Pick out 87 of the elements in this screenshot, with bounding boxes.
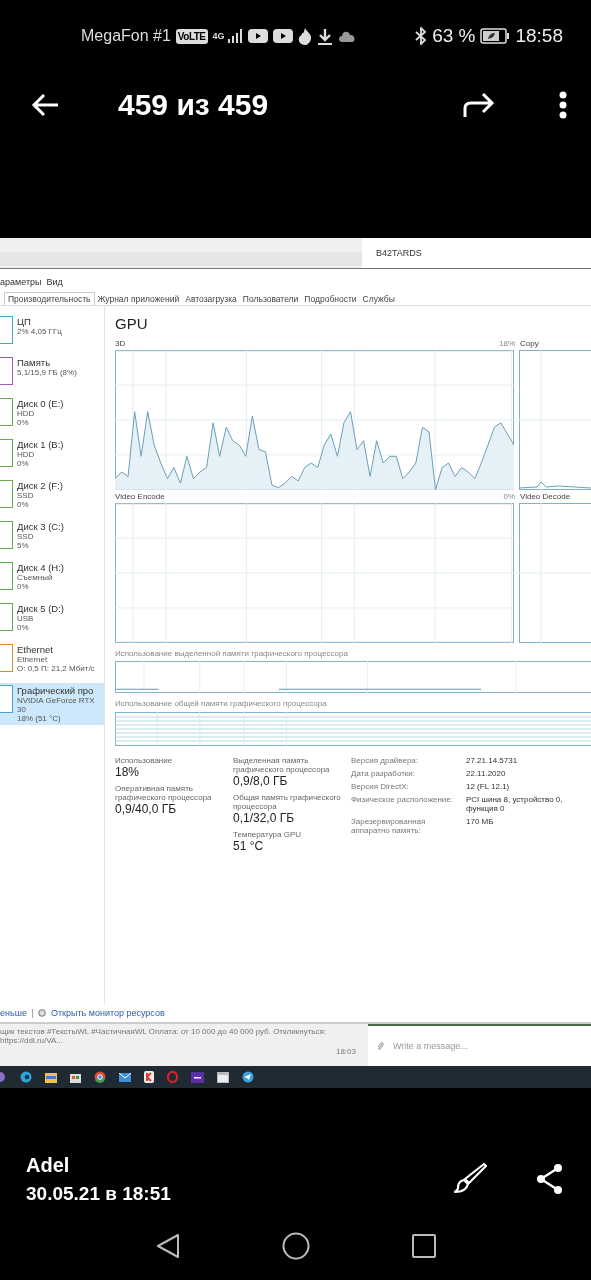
battery-icon [480,28,511,44]
author-name: Adel [26,1153,71,1177]
page-title: GPU [115,315,149,334]
paper-plane-icon[interactable] [242,1071,254,1083]
battery-percent: 63 % [432,25,476,47]
stat-value: 0,1/32,0 ГБ [233,811,296,825]
forward-button[interactable] [463,92,495,118]
back-button[interactable] [30,92,60,118]
browser-icon[interactable] [144,1071,154,1083]
sidebar-item[interactable]: Диск 2 (F:) SSD 0% [0,478,104,516]
stat-value: 51 °C [233,839,265,853]
graph-label: Использование выделенной памяти графического процессора [115,649,349,660]
info-value: 170 МБ [466,817,495,828]
stat-label: Температура GPU [233,830,302,839]
recents-button[interactable] [411,1234,436,1258]
stat-value: 0,9/40,0 ГБ [115,802,178,816]
graph-label: Использование общей памяти графического процессора [115,699,328,710]
share-button[interactable] [535,1163,565,1195]
info-value: PCI шина 8, устройство 0, функция 0 [466,795,564,813]
play-icon [247,29,268,43]
message-preview: щик текстов #ТекстыWL #ЧастичнаяWL Оплата: от 10 000 до 40 000 руб. Откликнуться: https://ddl.ru/VA... [0,1027,328,1045]
info-value: 27.21.14.5731 [466,756,519,765]
tab[interactable]: Пользователи [239,293,302,305]
stat-label: Оперативная память графического процессора [115,784,213,802]
message-time: 18:03 [335,1047,356,1056]
tab[interactable]: Журнал приложений [94,293,183,305]
bluetooth-icon [415,27,428,45]
info-label: Зарезервированная аппаратно память: [351,817,427,835]
browser-icon[interactable] [94,1071,106,1083]
carrier-name: MegaFon #1 [81,27,171,45]
browser-icon[interactable] [20,1071,32,1083]
sidebar-item[interactable]: Диск 0 (E:) HDD 0% [0,396,104,434]
tab[interactable]: Производительность [4,292,95,305]
play-icon [272,29,293,43]
flame-icon [297,27,312,45]
home-button[interactable] [281,1232,310,1260]
monitor-icon [37,1009,46,1017]
signal-icon [226,28,243,44]
more-button[interactable] [559,91,567,119]
chart-label: 3D [115,339,126,348]
app-icon[interactable] [191,1071,204,1083]
photo-date: 30.05.21 в 18:51 [26,1182,171,1205]
stat-value: 18% [115,765,141,779]
sidebar-item[interactable]: Диск 5 (D:) USB 0% [0,601,104,639]
download-icon [316,27,333,45]
stat-label: Общая память графического процессора [233,793,342,811]
edit-button[interactable] [451,1162,487,1196]
menu-item[interactable]: Вид [46,277,63,287]
menu-item[interactable]: араметры [0,277,42,287]
tab[interactable]: Подробности [301,293,360,305]
info-label: Физическое расположение: [351,795,454,806]
chart-reading: 0% [503,492,515,501]
back-nav-button[interactable] [155,1233,180,1259]
chart-label: Video Encode [115,492,165,501]
chat-title: B42TARDS [376,248,422,258]
info-label: Версия драйвера: [351,756,420,765]
stat-label: Использование [115,756,174,765]
chart-reading: 18% [499,339,515,348]
sidebar-item[interactable]: Диск 1 (B:) HDD 0% [0,437,104,475]
chart-label: Video Decode [520,492,571,501]
stat-label: Выделенная память графического процессора [233,756,331,774]
info-value: 22.11.2020 [466,769,507,778]
sidebar-item[interactable]: ЦП 2% 4,05 ГГц [0,314,104,352]
fewer-details-link[interactable]: еньше [0,1008,27,1018]
volte-badge: VoLTE [175,28,208,44]
clock: 18:58 [515,25,563,47]
photo-counter: 459 из 459 [118,88,269,122]
window-icon[interactable] [217,1071,229,1083]
mail-icon[interactable] [119,1072,131,1082]
sidebar-item[interactable]: Диск 4 (H:) Съемный 0% [0,560,104,598]
sidebar-item[interactable]: Диск 3 (C:) SSD 5% [0,519,104,557]
ring-icon[interactable] [167,1071,178,1083]
bag-icon[interactable] [70,1071,81,1083]
info-label: Версия DirectX: [351,782,410,791]
tab[interactable]: Службы [359,293,398,305]
folder-icon[interactable] [45,1071,57,1083]
tab[interactable]: Автозагрузка [182,293,240,305]
resource-monitor-link[interactable]: Открыть монитор ресурсов [50,1008,165,1018]
chart-label: Copy [520,339,539,348]
sidebar-item[interactable]: Ethernet Ethernet О: 0,5 П: 21,2 Мбит/с [0,642,104,680]
cloud-icon [337,30,356,42]
info-label: Дата разработки: [351,769,417,778]
info-value: 12 (FL 12.1) [466,782,511,791]
network-type: 4G [212,31,225,41]
sidebar-item[interactable]: Графический про NVIDIA GeForce RTX 30 18% (51 °C) [0,683,104,725]
stat-value: 0,9/8,0 ГБ [233,774,289,788]
sidebar-item[interactable]: Память 5,1/15,9 ГБ (8%) [0,355,104,393]
